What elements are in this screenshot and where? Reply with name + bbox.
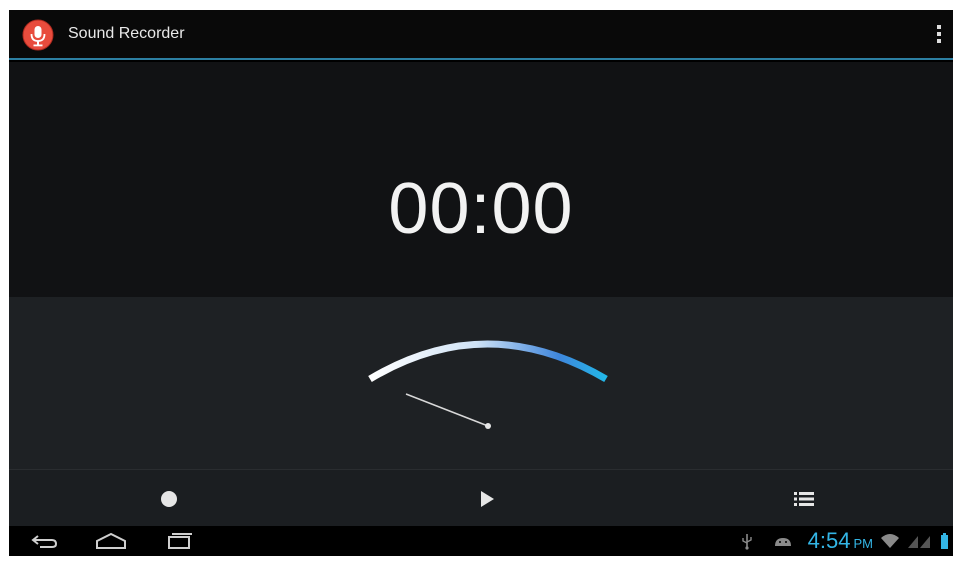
android-debug-icon <box>774 538 791 546</box>
timer-panel: 00:00 <box>9 62 953 297</box>
vu-meter <box>368 340 608 429</box>
system-navigation-bar: 4:54 PM <box>9 526 953 556</box>
back-icon <box>31 535 58 548</box>
vu-meter-scale <box>368 340 608 383</box>
record-button[interactable] <box>129 470 209 527</box>
microphone-icon <box>22 19 54 51</box>
overflow-menu-icon[interactable] <box>933 23 945 49</box>
play-icon <box>481 490 494 507</box>
recordings-list-icon <box>794 491 814 506</box>
action-bar-divider <box>9 58 953 60</box>
record-icon <box>161 490 177 507</box>
action-bar: Sound Recorder <box>9 10 953 60</box>
home-icon <box>96 532 126 549</box>
battery-icon <box>941 533 948 549</box>
recent-apps-button[interactable] <box>157 526 201 556</box>
signal-icon <box>908 536 930 548</box>
clock: 4:54 PM <box>808 526 873 556</box>
back-button[interactable] <box>23 526 67 556</box>
wifi-icon <box>881 534 899 548</box>
vu-meter-needle <box>405 393 489 427</box>
usb-icon <box>741 534 752 550</box>
status-area: 4:54 PM <box>740 526 949 556</box>
home-button[interactable] <box>89 526 133 556</box>
vu-meter-pivot <box>485 423 491 429</box>
device-screen: Sound Recorder 00:00 4:54 PM <box>9 10 953 556</box>
vu-meter-panel <box>9 297 953 469</box>
recorder-controls <box>9 469 953 526</box>
play-button[interactable] <box>447 470 527 527</box>
app-title: Sound Recorder <box>68 25 185 42</box>
clock-ampm: PM <box>853 536 874 551</box>
elapsed-time: 00:00 <box>388 169 574 249</box>
clock-time: 4:54 <box>807 528 851 553</box>
recordings-list-button[interactable] <box>764 470 844 527</box>
recent-apps-icon <box>168 533 192 549</box>
